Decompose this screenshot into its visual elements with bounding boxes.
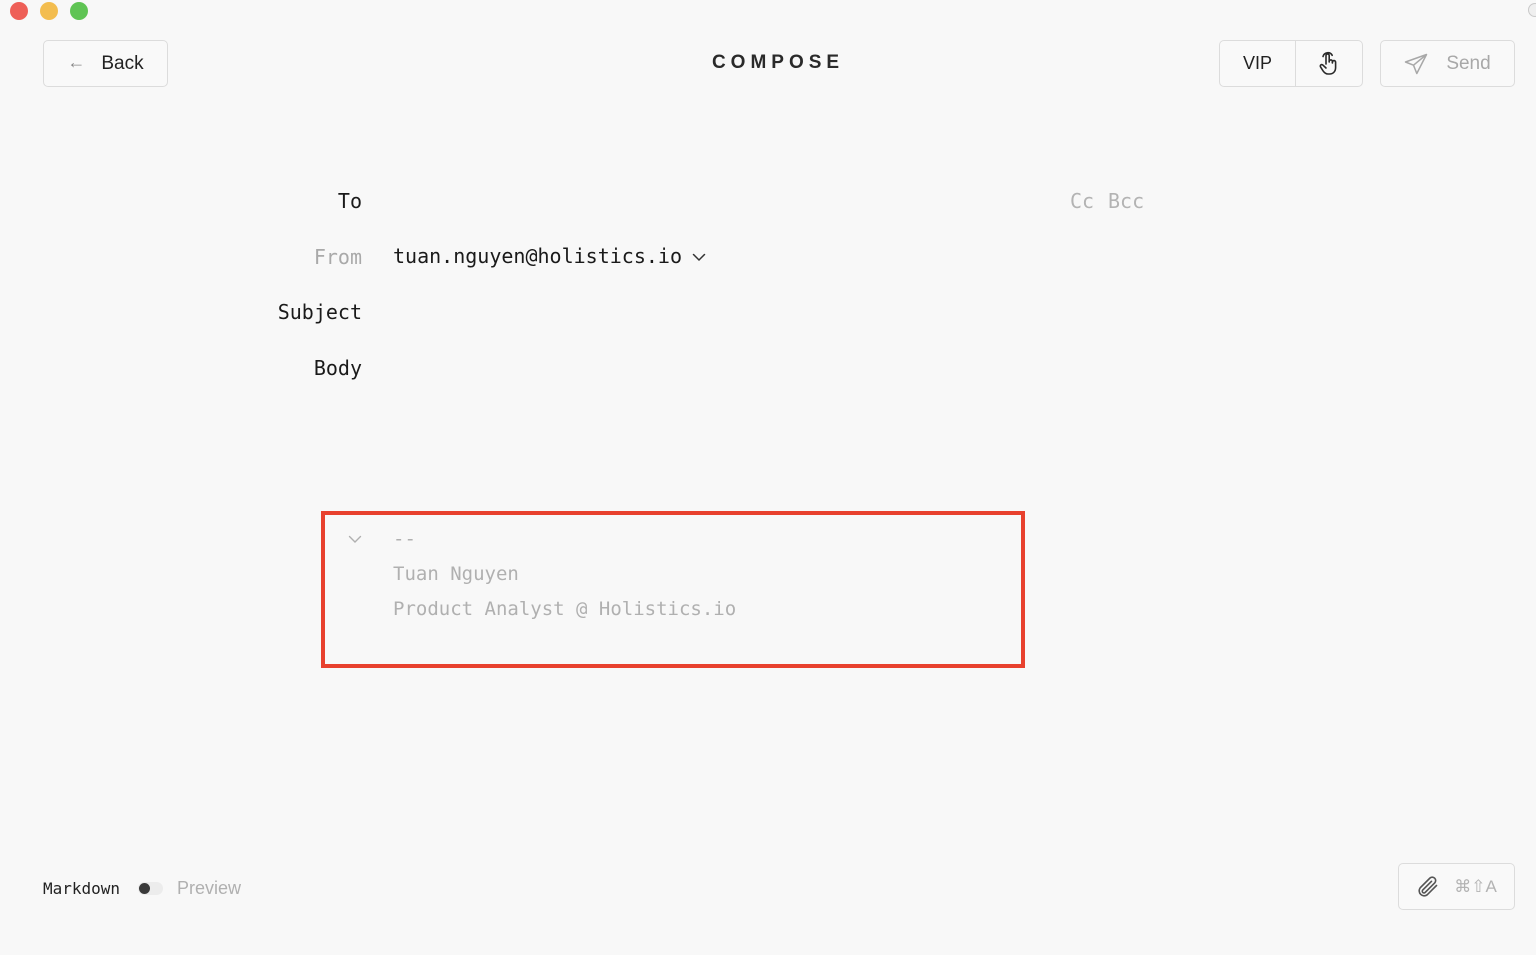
hand-pointer-icon [1319, 51, 1337, 75]
signature-collapse-chevron-icon[interactable] [348, 535, 362, 544]
toggle-knob [139, 883, 150, 894]
from-account-select[interactable]: tuan.nguyen@holistics.io [393, 244, 706, 268]
maximize-window-button[interactable] [70, 2, 88, 20]
close-window-button[interactable] [10, 2, 28, 20]
minimize-window-button[interactable] [40, 2, 58, 20]
signature-highlight [321, 511, 1025, 668]
window-controls [10, 2, 88, 20]
body-label: Body [313, 356, 362, 380]
cc-toggle[interactable]: Cc [1070, 189, 1094, 213]
vip-button-label: VIP [1242, 53, 1272, 73]
from-label: From [313, 245, 362, 269]
send-button[interactable]: Send [1380, 40, 1515, 87]
bcc-toggle[interactable]: Bcc [1108, 189, 1144, 213]
chevron-down-icon [692, 253, 706, 261]
subject-label: Subject [277, 300, 362, 324]
paper-plane-icon [1405, 53, 1428, 74]
to-label: To [337, 189, 362, 213]
attach-button[interactable]: ⌘⇧A [1398, 863, 1515, 910]
gesture-button[interactable] [1296, 41, 1362, 86]
signature-role: Product Analyst @ Holistics.io [393, 598, 737, 620]
vip-button[interactable]: VIP [1220, 41, 1296, 86]
paperclip-icon [1418, 875, 1438, 897]
from-account-value: tuan.nguyen@holistics.io [393, 244, 682, 268]
signature-separator: -- [393, 528, 416, 550]
markdown-label: Markdown [43, 879, 121, 898]
markdown-preview-toggle[interactable] [138, 882, 163, 895]
attach-shortcut: ⌘⇧A [1454, 876, 1497, 896]
send-button-label: Send [1446, 52, 1491, 74]
toolbar-segmented-group: VIP [1219, 40, 1363, 87]
preview-label: Preview [177, 878, 242, 898]
signature-name: Tuan Nguyen [393, 563, 519, 585]
window-edge-indicator [1528, 3, 1536, 17]
